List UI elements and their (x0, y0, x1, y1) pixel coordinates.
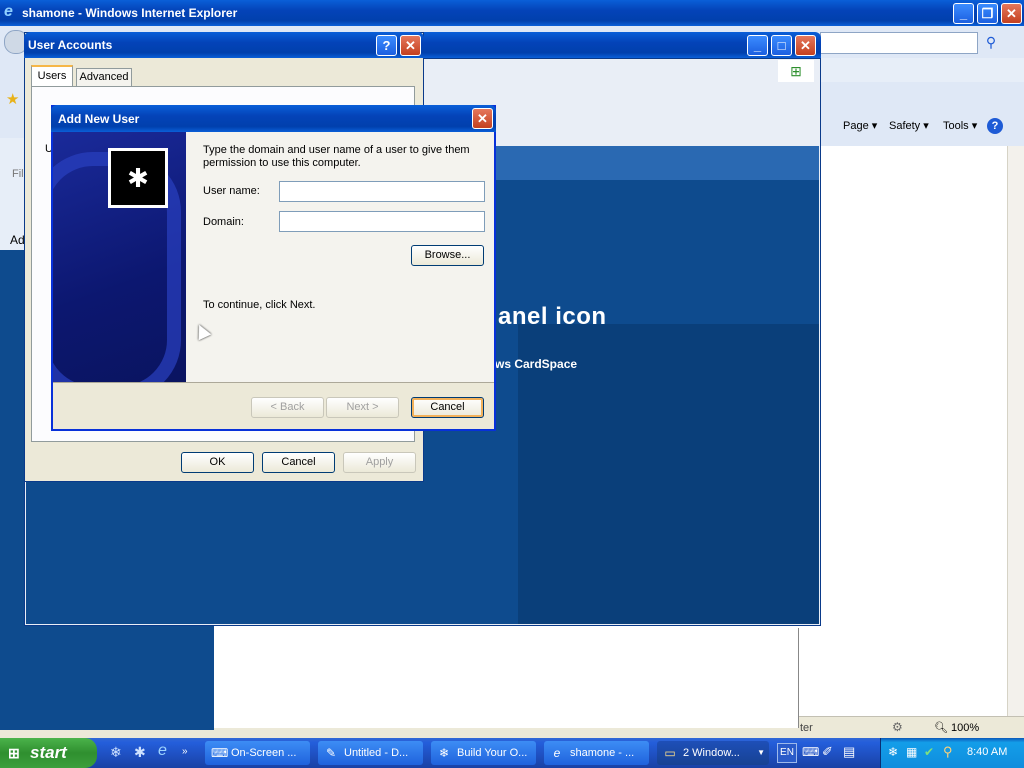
language-indicator[interactable]: EN (777, 743, 797, 763)
keyboard-icon: ⌨ (211, 746, 229, 760)
start-button[interactable]: ⊞ start (0, 738, 97, 768)
add-user-separator (53, 382, 494, 383)
search-icon[interactable]: ⚲ (981, 32, 1001, 52)
username-input[interactable] (279, 181, 485, 202)
add-user-instruction: Type the domain and user name of a user … (203, 144, 470, 169)
help-icon[interactable]: ? (987, 118, 1003, 134)
folder-icon: ▭ (664, 746, 676, 760)
chevron-down-icon: ▼ (757, 748, 765, 757)
add-user-close-button[interactable]: ✕ (472, 108, 493, 129)
ua-tab-advanced-label: Advanced (79, 71, 129, 83)
ua-close-button[interactable]: ✕ (400, 35, 421, 56)
ie-close-button[interactable]: ✕ (1001, 3, 1022, 24)
cp-maximize-button[interactable]: □ (771, 35, 792, 56)
taskbar-item-shamone[interactable]: e shamone - ... (544, 741, 649, 765)
ie-search-input[interactable] (820, 32, 978, 54)
taskbar-item-label: Build Your O... (457, 747, 528, 759)
taskbar-item-label: On-Screen ... (231, 747, 297, 759)
tray-network-icon[interactable]: ▦ (906, 745, 917, 759)
wizard-banner: ✱ (53, 132, 186, 382)
snowflake-icon: ❄ (438, 746, 450, 760)
tray-check-icon[interactable]: ✔ (924, 745, 934, 759)
cp-close-button[interactable]: ✕ (795, 35, 816, 56)
ua-tab-users-label: Users (37, 70, 67, 82)
taskbar-item-onscreen[interactable]: ⌨ On-Screen ... (205, 741, 310, 765)
browse-button[interactable]: Browse... (411, 245, 484, 266)
add-user-title: Add New User (58, 112, 140, 126)
ie-minimize-button[interactable]: _ (953, 3, 974, 24)
ua-tab-users[interactable]: Users (31, 65, 73, 87)
taskbar-item-build[interactable]: ❄ Build Your O... (431, 741, 536, 765)
ie-content (820, 146, 1010, 716)
quicklaunch-ie-icon[interactable]: e (158, 742, 167, 760)
domain-label: Domain: (203, 216, 244, 228)
start-label: start (30, 743, 67, 762)
cp-minimize-button[interactable]: _ (747, 35, 768, 56)
quicklaunch-key-icon[interactable]: ✱ (134, 744, 146, 761)
paint-icon: ✎ (325, 746, 337, 760)
user-accounts-titlebar: User Accounts ? ✕ (24, 32, 424, 58)
ua-help-button[interactable]: ? (376, 35, 397, 56)
taskbar-item-untitled[interactable]: ✎ Untitled - D... (318, 741, 423, 765)
domain-input[interactable] (279, 211, 485, 232)
left-window-add-fragment: Ad (10, 233, 25, 247)
ie-tab-row (820, 58, 1024, 82)
ie-content-lower (214, 628, 799, 728)
add-user-titlebar: Add New User ✕ (51, 105, 496, 132)
taskbar-item-label: shamone - ... (570, 747, 635, 759)
zoom-icon: 🔍︎ (934, 722, 948, 734)
quicklaunch-more-icon[interactable]: » (182, 746, 188, 757)
zoom-label: 100% (951, 722, 980, 734)
quicklaunch-snowflake-icon[interactable]: ❄ (110, 744, 122, 761)
clock: 8:40 AM (967, 746, 1008, 758)
toolbar-safety-menu[interactable]: Safety ▾ (889, 119, 929, 132)
windows-flag-icon: ⊞ (8, 745, 20, 761)
next-button[interactable]: Next > (326, 397, 399, 418)
ie-icon: e (553, 746, 561, 760)
windows-logo-icon: ⊞ (778, 60, 814, 82)
cardspace-link-fragment[interactable]: ws CardSpace (495, 357, 577, 371)
status-text: ter (800, 722, 813, 734)
ie-maximize-button[interactable]: ❐ (977, 3, 998, 24)
control-panel-heading-fragment: anel icon (498, 303, 607, 330)
ua-apply-button[interactable]: Apply (343, 452, 416, 473)
taskbar-item-label: 2 Window... (683, 747, 740, 759)
favorites-star-icon[interactable]: ★ (6, 90, 19, 108)
username-label: User name: (203, 185, 260, 197)
taskbar-item-label: Untitled - D... (344, 747, 409, 759)
protected-mode-icon: ⚙ (892, 720, 903, 734)
left-window-file-fragment: Fil (12, 168, 24, 180)
ie-logo-icon: e (4, 3, 13, 20)
continue-text: To continue, click Next. (203, 299, 316, 311)
toolbar-page-menu[interactable]: Page ▾ (843, 119, 877, 132)
zoom-control[interactable]: 🔍︎ 100% (934, 721, 979, 734)
wizard-key-icon: ✱ (108, 148, 168, 208)
ua-tab-advanced[interactable]: Advanced (76, 68, 132, 87)
user-accounts-title: User Accounts (28, 38, 113, 52)
tray-snowflake-icon[interactable]: ❄ (888, 745, 898, 759)
back-button[interactable]: < Back (251, 397, 324, 418)
ie-scrollbar[interactable] (1007, 146, 1024, 716)
ua-ok-button[interactable]: OK (181, 452, 254, 473)
pen-tray-icon[interactable]: ✐ (822, 744, 833, 760)
toolbar-tools-menu[interactable]: Tools ▾ (943, 119, 977, 132)
taskbar-item-windows-group[interactable]: ▭ 2 Window... ▼ (657, 741, 769, 765)
cancel-button[interactable]: Cancel (411, 397, 484, 418)
ie-title-text: shamone - Windows Internet Explorer (22, 6, 238, 20)
keyboard-tray-icon[interactable]: ⌨ (802, 745, 819, 759)
ie-titlebar: e shamone - Windows Internet Explorer _ … (0, 0, 1024, 26)
tray-search-icon[interactable]: ⚲ (943, 744, 953, 760)
tablet-tray-icon[interactable]: ▤ (843, 744, 855, 760)
ua-cancel-button[interactable]: Cancel (262, 452, 335, 473)
